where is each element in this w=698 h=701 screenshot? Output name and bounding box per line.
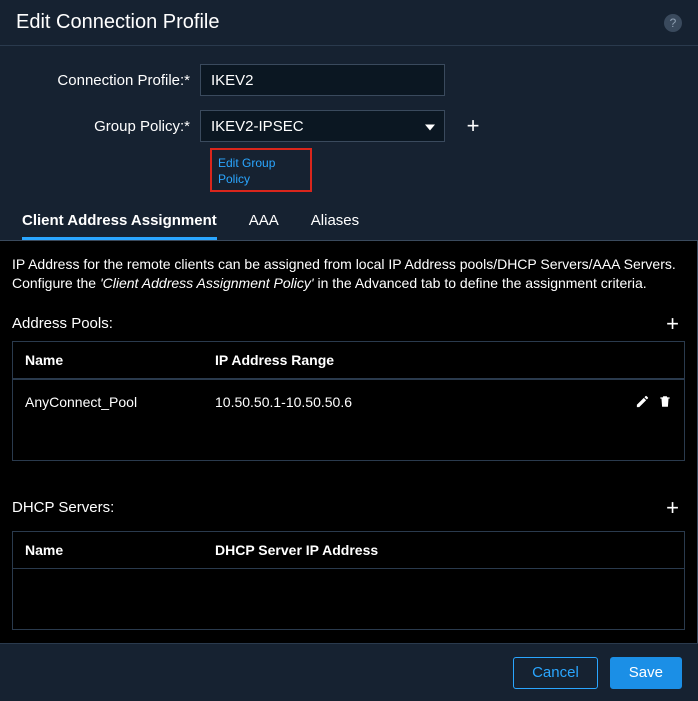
desc-part-italic: 'Client Address Assignment Policy' [100, 275, 314, 291]
dhcp-col-actions [604, 532, 684, 568]
ap-row-name: AnyConnect_Pool [13, 380, 203, 424]
ap-col-range: IP Address Range [203, 342, 604, 378]
desc-part-b: in the Advanced tab to define the assign… [314, 275, 647, 291]
table-row: AnyConnect_Pool 10.50.50.1-10.50.50.6 [13, 379, 684, 424]
group-policy-value: IKEV2-IPSEC [211, 118, 304, 135]
group-policy-label: Group Policy:* [20, 118, 200, 135]
ap-row-range: 10.50.50.1-10.50.50.6 [203, 380, 604, 424]
add-group-policy-button[interactable]: + [459, 112, 487, 140]
add-address-pool-button[interactable]: + [660, 311, 685, 337]
tab-aliases[interactable]: Aliases [311, 212, 359, 240]
delete-icon[interactable] [658, 394, 672, 409]
tab-aaa[interactable]: AAA [249, 212, 279, 240]
form-area: Connection Profile:* Group Policy:* IKEV… [0, 46, 698, 200]
dialog-title: Edit Connection Profile [16, 11, 664, 34]
edit-icon[interactable] [635, 394, 650, 409]
tabs: Client Address Assignment AAA Aliases [0, 200, 698, 241]
dhcp-col-name: Name [13, 532, 203, 568]
tab-content: IP Address for the remote clients can be… [0, 241, 698, 643]
description-text: IP Address for the remote clients can be… [12, 255, 685, 293]
save-button[interactable]: Save [610, 657, 682, 689]
chevron-down-icon [425, 118, 435, 135]
ap-col-name: Name [13, 342, 203, 378]
edit-group-policy-link[interactable]: Edit Group Policy [218, 156, 275, 186]
edit-group-policy-highlight: Edit Group Policy [210, 148, 312, 192]
address-pools-table: Name IP Address Range AnyConnect_Pool 10… [12, 341, 685, 461]
dialog-footer: Cancel Save [0, 643, 698, 701]
dhcp-servers-table: Name DHCP Server IP Address [12, 531, 685, 630]
group-policy-select[interactable]: IKEV2-IPSEC [200, 110, 445, 142]
dialog-header: Edit Connection Profile ? [0, 0, 698, 46]
cancel-button[interactable]: Cancel [513, 657, 598, 689]
dhcp-col-ip: DHCP Server IP Address [203, 532, 604, 568]
tab-client-address-assignment[interactable]: Client Address Assignment [22, 212, 217, 240]
connection-profile-input[interactable] [200, 64, 445, 96]
add-dhcp-server-button[interactable]: + [660, 495, 685, 521]
connection-profile-label: Connection Profile:* [20, 72, 200, 89]
dhcp-servers-title: DHCP Servers: [12, 499, 660, 516]
address-pools-title: Address Pools: [12, 315, 660, 332]
help-icon[interactable]: ? [664, 14, 682, 32]
ap-col-actions [604, 342, 684, 378]
